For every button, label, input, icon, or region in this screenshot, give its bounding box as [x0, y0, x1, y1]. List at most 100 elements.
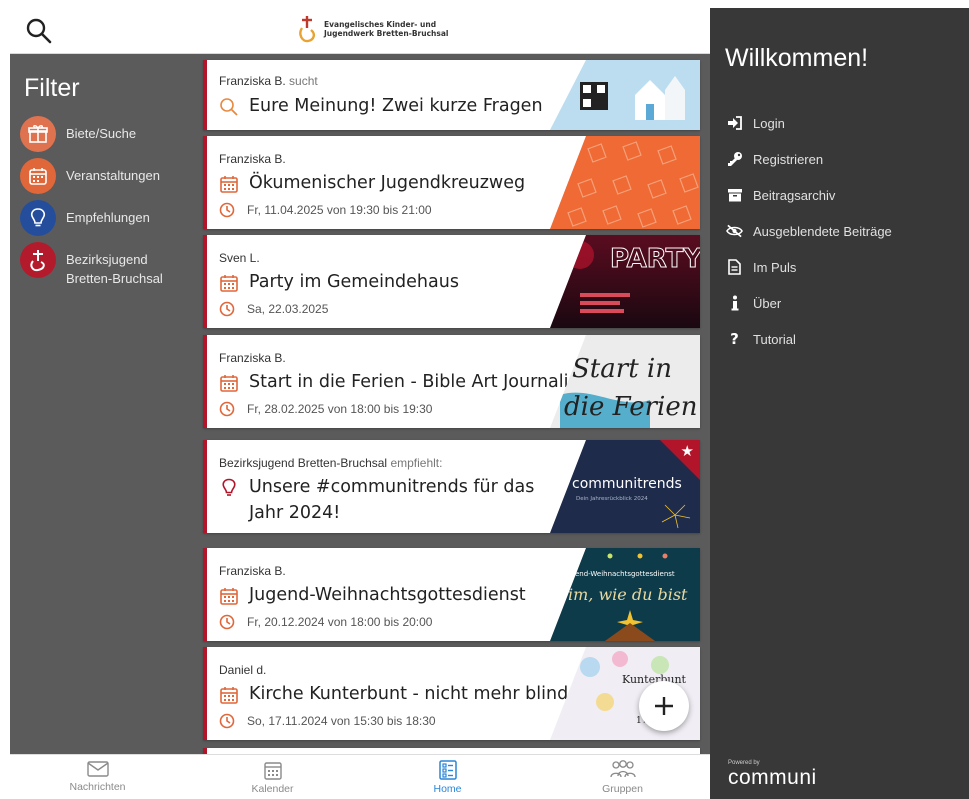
gift-icon [20, 116, 56, 152]
post-card[interactable]: Bezirksjugend Bretten-Bruchsal empfiehlt… [203, 440, 700, 533]
document-icon [726, 259, 743, 275]
filter-item-label: Veranstaltungen [66, 168, 160, 183]
post-date: Fr, 20.12.2024 von 18:00 bis 20:00 [247, 615, 433, 629]
side-panel: Willkommen! Login Registrieren Beitragsa… [710, 8, 969, 799]
menu-item-label: Login [753, 115, 785, 131]
calendar-icon [220, 588, 238, 605]
menu-item-label: Tutorial [753, 331, 796, 347]
post-thumbnail: Start in die Ferien [550, 335, 700, 428]
communitrends-thumb-subtitle: Dein Jahresrückblick 2024 [576, 496, 648, 502]
filter-panel: Filter Biete/Suche Veranstaltungen Empfe… [10, 54, 200, 754]
menu-item-registrieren[interactable]: Registrieren [726, 151, 823, 167]
add-post-button[interactable] [639, 681, 689, 731]
post-thumbnail: Jugend-Weihnachtsgottesdienst im, wie du… [550, 548, 700, 641]
lightbulb-icon [20, 200, 56, 236]
post-thumbnail [550, 136, 700, 229]
app-header: Evangelisches Kinder- und Jugendwerk Bre… [10, 8, 710, 54]
menu-item-label: Beitragsarchiv [753, 187, 836, 203]
calendar-icon [263, 762, 282, 780]
menu-item-label: Im Puls [753, 259, 797, 275]
tab-nachrichten[interactable]: Nachrichten [10, 755, 185, 799]
star-icon: ★ [680, 442, 694, 460]
eye-slash-icon [726, 223, 743, 239]
menu-item-ausgeblendete-beitraege[interactable]: Ausgeblendete Beiträge [726, 223, 892, 239]
calendar-icon [220, 176, 238, 193]
svg-text:Start in: Start in [572, 354, 672, 384]
filter-item-veranstaltungen[interactable]: Veranstaltungen [20, 158, 160, 194]
welcome-title: Willkommen! [725, 44, 869, 72]
post-title: Start in die Ferien - Bible Art Journali… [249, 372, 591, 392]
menu-item-beitragsarchiv[interactable]: Beitragsarchiv [726, 187, 835, 203]
svg-text:im, wie du bist: im, wie du bist [568, 585, 688, 604]
bottom-navigation: Nachrichten Kalender Home Gruppen [10, 754, 710, 799]
clock-icon [219, 401, 235, 417]
post-card[interactable]: Franziska B. Start in die Ferien - Bible… [203, 335, 700, 428]
post-title: Eure Meinung! Zwei kurze Fragen [249, 96, 543, 116]
ejw-logo-icon [299, 16, 316, 43]
filter-item-bezirksjugend[interactable]: Bezirksjugend Bretten-Bruchsal [20, 242, 163, 288]
tab-label: Nachrichten [69, 781, 126, 793]
question-icon: ? [730, 330, 739, 348]
menu-item-ueber[interactable]: Über [726, 295, 781, 311]
calendar-icon [220, 275, 238, 292]
powered-by-communi[interactable]: Powered by communi [728, 760, 817, 790]
post-date: Sa, 22.03.2025 [247, 302, 329, 316]
post-card[interactable]: Daniel d. Kirche Kunterbunt - nicht mehr… [203, 647, 700, 740]
ejw-logo[interactable]: Evangelisches Kinder- und Jugendwerk Bre… [296, 14, 448, 44]
menu-item-im-puls[interactable]: Im Puls [726, 259, 796, 275]
post-author: Bezirksjugend Bretten-Bruchsal empfiehlt… [219, 456, 443, 470]
communi-logo: communi [728, 766, 817, 789]
menu-item-label: Ausgeblendete Beiträge [753, 223, 892, 239]
post-author: Franziska B. [219, 351, 286, 365]
menu-item-login[interactable]: Login [726, 115, 785, 131]
post-thumbnail: PARTY [550, 235, 700, 328]
lightbulb-icon [222, 478, 236, 496]
post-title: Jugend-Weihnachtsgottesdienst [249, 585, 526, 605]
tab-home[interactable]: Home [360, 755, 535, 799]
logo-line-1: Evangelisches Kinder- und [324, 20, 437, 29]
logo-line-2: Jugendwerk Bretten-Bruchsal [324, 29, 449, 38]
calendar-icon [220, 687, 238, 704]
menu-item-label: Registrieren [753, 151, 824, 167]
post-author: Franziska B. sucht [219, 74, 318, 88]
info-icon [726, 295, 743, 311]
tab-kalender[interactable]: Kalender [185, 755, 360, 799]
tab-label: Kalender [251, 783, 294, 795]
party-thumb-text: PARTY [610, 244, 700, 274]
post-title: Unsere #communitrends für das Jahr 2024! [249, 477, 535, 523]
search-icon [220, 98, 238, 116]
list-icon [438, 760, 457, 780]
filter-item-label: Biete/Suche [66, 126, 137, 141]
filter-item-label: Bezirksjugend Bretten-Bruchsal [66, 252, 163, 286]
weihnacht-thumb-text: Jugend-Weihnachtsgottesdienst [563, 570, 675, 578]
menu-item-label: Über [753, 295, 782, 311]
filter-item-label: Empfehlungen [66, 210, 150, 225]
menu-item-tutorial[interactable]: ? Tutorial [726, 330, 796, 348]
tab-gruppen[interactable]: Gruppen [535, 755, 710, 799]
post-feed[interactable]: Franziska B. sucht Eure Meinung! Zwei ku… [200, 54, 710, 754]
post-card[interactable]: Franziska B. Ökumenischer Jugendkreuzweg… [203, 136, 700, 229]
post-date: So, 17.11.2024 von 15:30 bis 18:30 [247, 714, 436, 728]
filter-title: Filter [24, 74, 80, 102]
post-card[interactable]: Sven L. Party im Gemeindehaus Sa, 22.03.… [203, 235, 700, 328]
login-icon [726, 115, 743, 131]
calendar-icon [20, 158, 56, 194]
filter-item-empfehlungen[interactable]: Empfehlungen [20, 200, 150, 236]
post-author: Sven L. [219, 251, 260, 265]
filter-item-biete-suche[interactable]: Biete/Suche [20, 116, 136, 152]
post-title: Kirche Kunterbunt - nicht mehr blind [249, 684, 569, 704]
post-card[interactable]: Franziska B. sucht Eure Meinung! Zwei ku… [203, 60, 700, 130]
plus-icon [655, 697, 673, 715]
tab-label: Gruppen [602, 783, 643, 795]
post-author: Franziska B. [219, 564, 286, 578]
post-card[interactable]: Franziska B. Jugend-Weihnachtsgottesdien… [203, 548, 700, 641]
post-date: Fr, 11.04.2025 von 19:30 bis 21:00 [247, 203, 432, 217]
post-title: Party im Gemeindehaus [249, 272, 459, 292]
svg-text:die Ferien: die Ferien [564, 392, 698, 422]
clock-icon [219, 713, 235, 729]
tab-label: Home [433, 783, 462, 795]
post-thumbnail [550, 60, 700, 130]
search-icon[interactable] [24, 16, 54, 46]
post-author: Daniel d. [219, 663, 267, 677]
archive-icon [726, 187, 743, 203]
